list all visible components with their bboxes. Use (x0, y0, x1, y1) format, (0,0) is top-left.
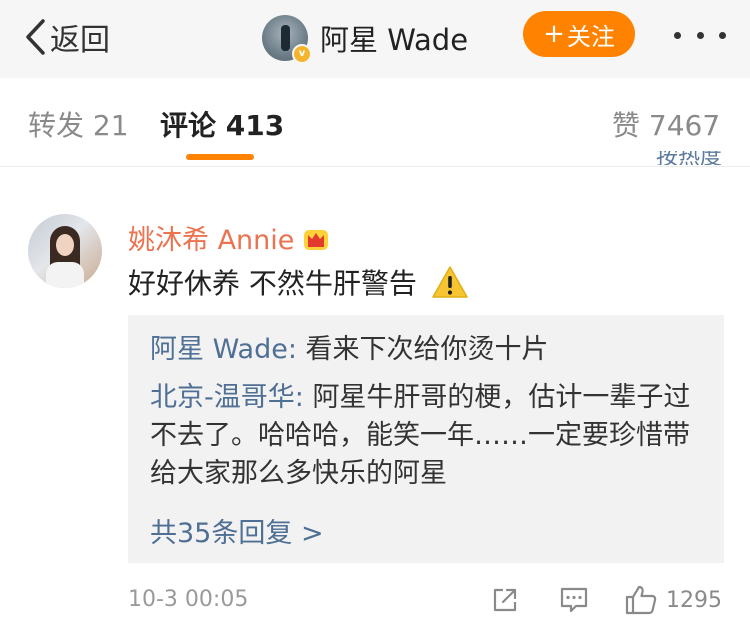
like-button[interactable]: 1295 (624, 582, 722, 618)
reply-colon: : (287, 334, 306, 365)
sort-by-hot[interactable]: 按热度 (656, 151, 722, 165)
warning-icon (432, 266, 468, 298)
more-dots-icon[interactable] (674, 20, 726, 50)
top-bar: 返回 v 阿星 Wade + 关注 (0, 0, 750, 78)
view-all-replies-link[interactable]: 共35条回复 > (150, 511, 324, 550)
reply-colon: : (294, 382, 313, 413)
verified-badge-icon: v (292, 44, 312, 64)
post-author[interactable]: v 阿星 Wade (262, 12, 468, 64)
back-button[interactable]: 返回 (24, 14, 110, 60)
tab-comments[interactable]: 评论 413 (160, 104, 284, 144)
author-avatar[interactable]: v (262, 15, 312, 64)
tab-likes[interactable]: 赞 7467 (612, 104, 720, 144)
replies-box[interactable]: 阿星 Wade: 看来下次给你烫十片 北京-温哥华: 阿星牛肝哥的梗，估计一辈子… (128, 315, 724, 563)
commenter-avatar[interactable] (28, 214, 102, 288)
tab-bar: 转发 21 评论 413 赞 7467 (0, 78, 750, 167)
tab-reposts[interactable]: 转发 21 (28, 104, 129, 144)
commenter: 姚沐希 Annie (128, 218, 330, 257)
reply-item: 阿星 Wade: 看来下次给你烫十片 (150, 331, 710, 369)
comment-text: 好好休养 不然牛肝警告 (128, 267, 417, 300)
share-icon (493, 588, 517, 612)
reply-author[interactable]: 北京-温哥华 (150, 382, 295, 413)
chevron-left-icon (26, 19, 45, 55)
reply-author[interactable]: 阿星 Wade (150, 334, 288, 365)
like-icon (625, 585, 657, 615)
author-name[interactable]: 阿星 Wade (320, 17, 468, 59)
commenter-name[interactable]: 姚沐希 Annie (128, 218, 294, 257)
back-label: 返回 (50, 23, 110, 58)
like-count: 1295 (666, 587, 722, 613)
reply-button[interactable] (558, 582, 590, 618)
comment-text-row: 好好休养 不然牛肝警告 (128, 262, 469, 302)
share-button[interactable] (490, 582, 520, 618)
comment-icon (560, 587, 588, 613)
reply-item: 北京-温哥华: 阿星牛肝哥的梗，估计一辈子过不去了。哈哈哈，能笑一年……一定要珍… (150, 379, 710, 493)
comment-timestamp: 10-3 00:05 (128, 587, 249, 612)
reply-text: 看来下次给你烫十片 (305, 334, 549, 365)
plus-icon: + (543, 19, 565, 49)
follow-label: 关注 (566, 22, 615, 51)
follow-button[interactable]: + 关注 (523, 11, 635, 57)
active-tab-indicator (186, 154, 254, 160)
crown-vip-icon (304, 229, 329, 250)
